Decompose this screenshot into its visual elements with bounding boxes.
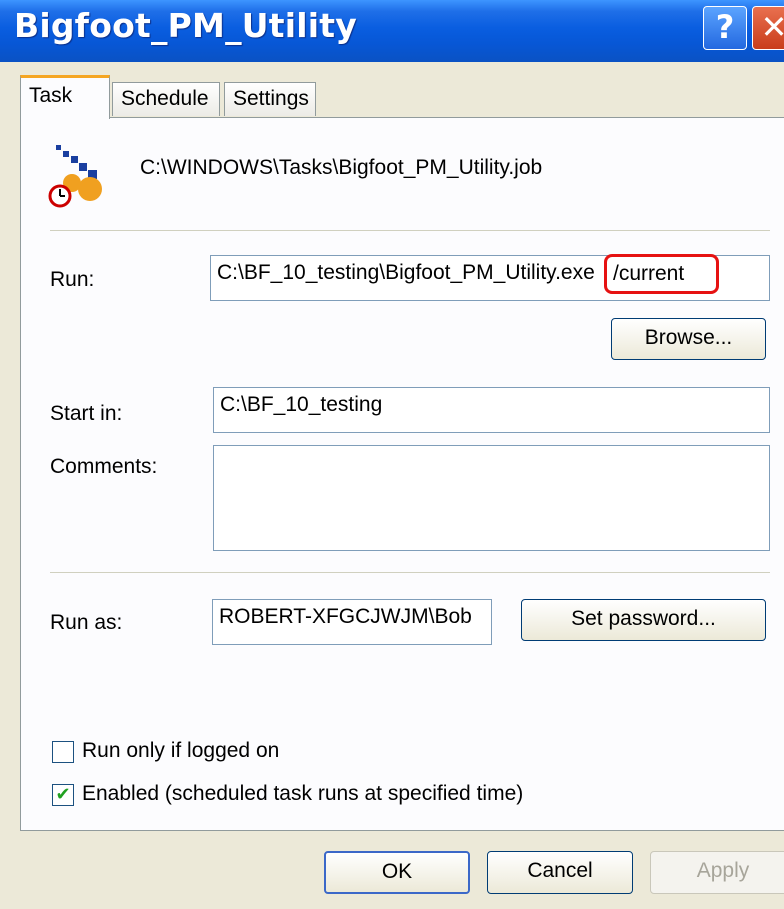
separator xyxy=(50,230,770,231)
tab-settings[interactable]: Settings xyxy=(224,82,316,116)
run-only-logged-on-checkbox[interactable] xyxy=(52,741,74,763)
title-bar[interactable]: Bigfoot_PM_Utility ? ✕ xyxy=(0,0,784,62)
enabled-label: Enabled (scheduled task runs at specifie… xyxy=(82,782,524,805)
help-icon[interactable]: ? xyxy=(703,6,747,50)
run-only-logged-on-label: Run only if logged on xyxy=(82,739,280,762)
cancel-button[interactable]: Cancel xyxy=(487,851,633,894)
ok-button[interactable]: OK xyxy=(324,851,470,894)
window-title: Bigfoot_PM_Utility xyxy=(14,6,357,45)
separator xyxy=(50,572,770,573)
tab-task[interactable]: Task xyxy=(20,75,110,119)
run-label-text: Run: xyxy=(50,268,95,291)
run-label: Run: xyxy=(50,268,94,292)
task-properties-dialog: Bigfoot_PM_Utility ? ✕ Task Schedule Set… xyxy=(0,0,784,909)
run-input-value: C:\BF_10_testing\Bigfoot_PM_Utility.exe xyxy=(217,261,595,284)
start-in-label: Start in: xyxy=(50,402,123,425)
browse-button[interactable]: Browse... xyxy=(611,318,766,360)
start-in-input[interactable]: C:\BF_10_testing xyxy=(213,387,770,433)
job-file-path: C:\WINDOWS\Tasks\Bigfoot_PM_Utility.job xyxy=(140,156,543,179)
run-as-label: Run as: xyxy=(50,611,123,634)
run-arguments-highlight[interactable]: /current xyxy=(604,254,719,294)
apply-button[interactable]: Apply xyxy=(650,851,784,894)
comments-label: Comments: xyxy=(50,455,158,478)
enabled-checkbox[interactable]: ✔ xyxy=(52,784,74,806)
set-password-button[interactable]: Set password... xyxy=(521,599,766,641)
run-as-input[interactable]: ROBERT-XFGCJWJM\Bob xyxy=(212,599,492,645)
close-icon[interactable]: ✕ xyxy=(752,6,784,50)
comments-input[interactable] xyxy=(213,445,770,551)
tab-schedule[interactable]: Schedule xyxy=(112,82,220,116)
scheduled-task-icon xyxy=(48,145,102,208)
